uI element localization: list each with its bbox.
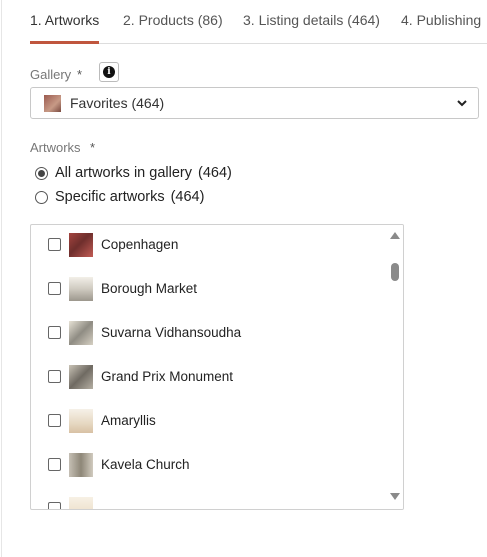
tab-listing-details[interactable]: 3. Listing details (464) (243, 12, 380, 28)
artwork-name: Grand Prix Monument (101, 369, 234, 384)
scrollbar-thumb[interactable] (391, 263, 399, 281)
artwork-name: Suvarna Vidhansoudha (101, 325, 242, 340)
tab-publishing[interactable]: 4. Publishing (401, 12, 481, 28)
artwork-name: Borough Market (101, 281, 198, 296)
radio-label: All artworks in gallery (55, 165, 192, 181)
artwork-checkbox[interactable] (48, 370, 61, 383)
list-item[interactable] (31, 489, 387, 509)
chevron-down-icon (457, 100, 467, 107)
artwork-checkbox[interactable] (48, 238, 61, 251)
radio-specific-artworks[interactable]: Specific artworks (464) (35, 187, 204, 207)
artwork-thumbnail (69, 233, 93, 257)
artwork-name: Amaryllis (101, 413, 156, 428)
artwork-list[interactable]: Copenhagen Borough Market Suvarna Vidhan… (30, 224, 404, 510)
page-left-border (1, 0, 2, 557)
artwork-checkbox[interactable] (48, 326, 61, 339)
list-item[interactable]: Kavela Church (31, 445, 387, 489)
gallery-selected-value: Favorites (464) (70, 95, 165, 111)
info-icon: i (103, 66, 115, 78)
radio-all-artworks[interactable]: All artworks in gallery (464) (35, 163, 232, 183)
gallery-info-button[interactable]: i (99, 62, 119, 82)
artworks-label: Artworks (30, 140, 81, 155)
radio-button[interactable] (35, 166, 48, 180)
list-scrollbar[interactable] (387, 225, 403, 509)
gallery-select[interactable]: Favorites (464) (30, 87, 479, 119)
list-item[interactable]: Copenhagen (31, 225, 387, 269)
scroll-up-arrow-icon[interactable] (390, 232, 400, 239)
gallery-label: Gallery (30, 67, 72, 82)
artwork-thumbnail (69, 321, 93, 345)
artwork-thumbnail (69, 409, 93, 433)
tab-products[interactable]: 2. Products (86) (123, 12, 223, 28)
artwork-checkbox[interactable] (48, 458, 61, 471)
list-item[interactable]: Grand Prix Monument (31, 357, 387, 401)
step-tabs: 1. Artworks 2. Products (86) 3. Listing … (0, 0, 487, 44)
radio-count: (464) (170, 189, 205, 205)
gallery-required-mark: * (77, 67, 83, 82)
artwork-checkbox[interactable] (48, 502, 61, 509)
artwork-thumbnail (69, 365, 93, 389)
artwork-thumbnail (69, 453, 93, 477)
tab-artworks[interactable]: 1. Artworks (30, 12, 99, 28)
artwork-checkbox[interactable] (48, 282, 61, 295)
list-item[interactable]: Borough Market (31, 269, 387, 313)
artwork-thumbnail (69, 497, 93, 509)
radio-button[interactable] (35, 190, 48, 204)
radio-label: Specific artworks (55, 189, 165, 205)
scroll-down-arrow-icon[interactable] (390, 493, 400, 500)
radio-count: (464) (198, 165, 232, 181)
list-item[interactable]: Amaryllis (31, 401, 387, 445)
active-tab-indicator (30, 41, 99, 44)
artwork-checkbox[interactable] (48, 414, 61, 427)
artworks-required-mark: * (90, 140, 96, 155)
list-item[interactable]: Suvarna Vidhansoudha (31, 313, 387, 357)
artwork-name: Kavela Church (101, 457, 190, 472)
gallery-thumbnail (44, 95, 61, 112)
artwork-name: Copenhagen (101, 237, 179, 252)
artwork-thumbnail (69, 277, 93, 301)
